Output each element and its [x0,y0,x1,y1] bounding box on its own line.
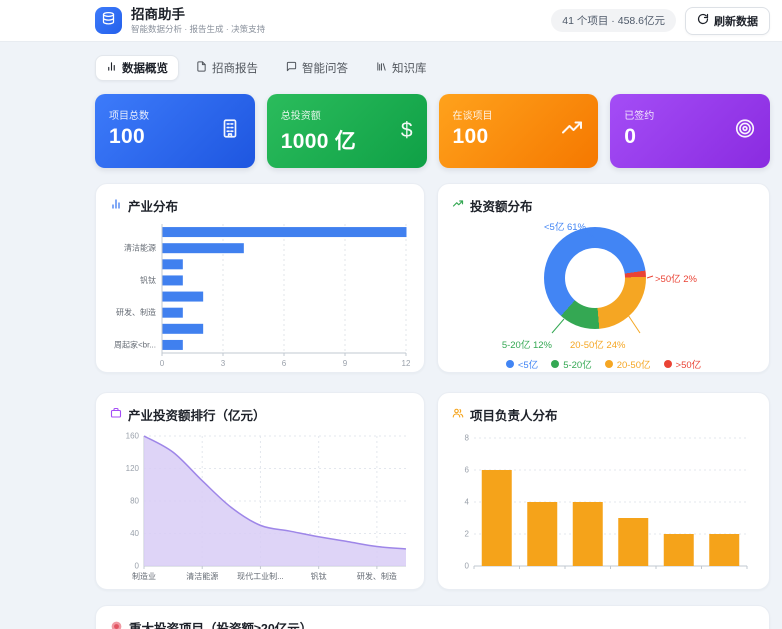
svg-text:2: 2 [465,530,470,539]
database-icon [101,11,116,31]
summary-badge: 41 个项目 · 458.6亿元 [551,9,676,32]
svg-text:0: 0 [160,359,165,368]
legend-dot [664,360,672,368]
svg-text:现代工业制...: 现代工业制... [237,571,284,581]
donut-leader-lines [452,219,755,353]
page-title: 招商助手 [131,7,265,22]
svg-text:0: 0 [135,562,140,571]
svg-text:120: 120 [126,464,140,473]
target-icon [734,118,756,145]
legend-dot [605,360,613,368]
tab-knowledge-base[interactable]: 知识库 [365,55,438,81]
svg-text:研发、制造: 研发、制造 [357,571,397,581]
panel-title: 产业分布 [128,196,178,215]
donut-label-lt5: <5亿 61% [500,219,586,233]
legend-dot [506,360,514,368]
donut-legend: <5亿 5-20亿 20-50亿 >50亿 [452,357,755,371]
donut-label-gt50: >50亿 2% [655,271,697,285]
svg-text:40: 40 [130,529,139,538]
stat-card-signed: 已签约 0 [610,94,770,168]
stat-card-total-projects: 项目总数 100 [95,94,255,168]
legend-item-gt50[interactable]: >50亿 [664,357,702,371]
charts-grid: 产业分布 036912清洁能源钒钛研发、制造周起家<br... 投资额分布 [95,183,770,590]
trend-icon [452,198,464,213]
ranking-area-chart[interactable]: 0 40 80 120 160 制造业 清洁能源 现代工业制... 钒钛 研发、制造 [110,428,410,591]
panel-investment-distribution: 投资额分布 <5亿 61% >50亿 2% 20-50亿 24% 5-20亿 1… [437,183,770,373]
donut-label-5-20: 5-20亿 12% [464,337,552,351]
building-icon [219,118,241,145]
svg-text:钒钛: 钒钛 [140,275,156,285]
bar-chart-icon [110,198,122,213]
tab-smart-qa[interactable]: 智能问答 [275,55,359,81]
svg-text:周起家<br...: 周起家<br... [114,339,156,349]
report-icon [196,61,207,75]
panel-title: 投资额分布 [470,196,533,215]
svg-text:80: 80 [130,497,139,506]
legend-dot [551,360,559,368]
dollar-icon: $ [401,119,413,143]
stat-card-total-investment: 总投资额 1000 亿 $ [267,94,427,168]
industry-bar-chart[interactable]: 0 3 6 9 12 清洁能源钒钛研发、制造周起家<br... [110,219,410,376]
svg-text:9: 9 [343,359,348,368]
svg-text:6: 6 [465,466,470,475]
refresh-icon [697,13,709,28]
panel-title: 项目负责人分布 [470,405,558,424]
svg-text:160: 160 [126,432,140,441]
svg-text:清洁能源: 清洁能源 [124,243,156,253]
people-icon [452,407,464,422]
legend-item-lt5[interactable]: <5亿 [506,357,538,371]
tab-data-overview[interactable]: 数据概览 [95,55,179,81]
managers-bar-chart[interactable]: 0 2 4 6 8 [452,428,755,591]
svg-text:制造业: 制造业 [132,571,156,581]
refresh-data-button[interactable]: 刷新数据 [685,7,770,35]
svg-text:研发、制造: 研发、制造 [116,307,156,317]
app-logo [95,7,122,34]
svg-text:3: 3 [221,359,226,368]
panel-title: 重大投资项目（投资额≥20亿元） [129,618,312,629]
svg-text:4: 4 [465,498,470,507]
svg-text:0: 0 [465,562,470,571]
svg-text:清洁能源: 清洁能源 [186,571,218,581]
donut-label-20-50: 20-50亿 24% [570,337,625,351]
legend-item-5-20[interactable]: 5-20亿 [551,357,592,371]
panel-major-projects: 重大投资项目（投资额≥20亿元） [95,605,770,629]
legend-item-20-50[interactable]: 20-50亿 [605,357,651,371]
svg-text:8: 8 [465,434,470,443]
target-dot-icon [110,620,123,629]
page-subtitle: 智能数据分析 · 报告生成 · 决策支持 [131,23,265,35]
stat-card-in-discussion: 在谈项目 100 [439,94,599,168]
stat-cards-row: 项目总数 100 总投资额 1000 亿 $ 在谈项目 100 [95,94,770,168]
panel-title: 产业投资额排行（亿元） [128,405,266,424]
investment-donut-chart[interactable]: <5亿 61% >50亿 2% 20-50亿 24% 5-20亿 12% [452,219,755,353]
panel-investment-ranking: 产业投资额排行（亿元） 0 40 80 120 160 制造业 清洁能源 现代工业制... 钒钛… [95,392,425,590]
trending-up-icon [560,117,584,146]
chat-icon [286,61,297,75]
panel-industry-distribution: 产业分布 0 3 6 9 12 清洁能源钒钛研发、制造周起家<br... [95,183,425,373]
panel-project-managers: 项目负责人分布 0 2 4 6 8 [437,392,770,590]
tab-investment-report[interactable]: 招商报告 [185,55,269,81]
svg-text:6: 6 [282,359,287,368]
briefcase-icon [110,407,122,422]
library-icon [376,61,387,75]
svg-text:12: 12 [402,359,410,368]
app-header: 招商助手 智能数据分析 · 报告生成 · 决策支持 41 个项目 · 458.6… [0,0,782,42]
svg-text:钒钛: 钒钛 [311,571,327,581]
tab-bar: 数据概览 招商报告 智能问答 知识库 [95,55,770,81]
bar-chart-icon [106,61,117,75]
stat-value: 1000 亿 [281,125,413,155]
